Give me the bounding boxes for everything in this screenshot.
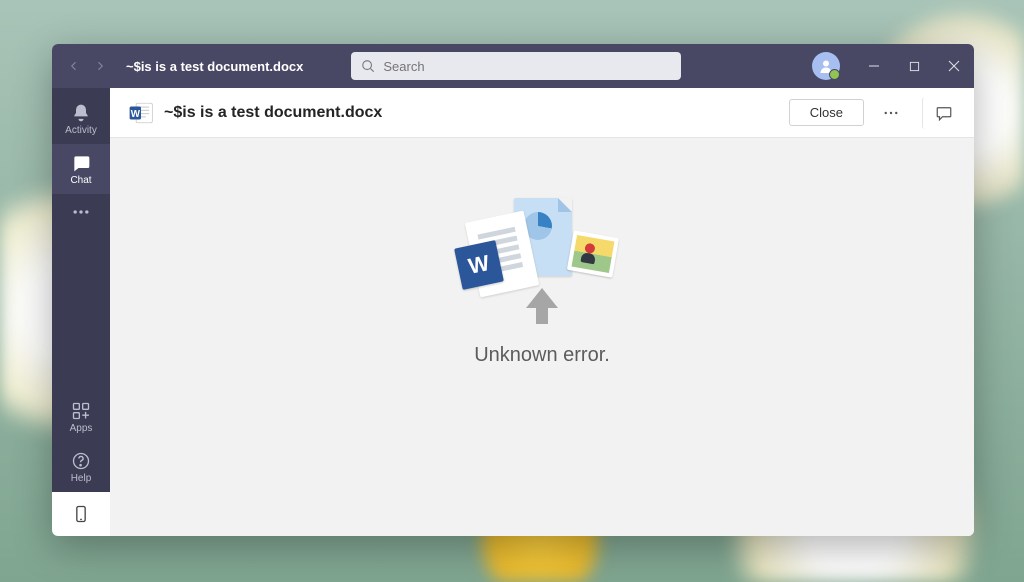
word-icon: W — [128, 100, 154, 126]
more-icon — [71, 202, 91, 222]
profile-avatar[interactable] — [812, 52, 840, 80]
sidebar-item-label: Help — [71, 473, 92, 484]
window-close-button[interactable] — [934, 44, 974, 88]
conversation-panel-button[interactable] — [922, 97, 956, 129]
error-area: W Unknown error. — [110, 138, 974, 536]
nav-forward-button[interactable] — [88, 54, 112, 78]
chat-icon — [71, 153, 91, 173]
search-input[interactable] — [383, 59, 671, 74]
apps-icon — [71, 401, 91, 421]
window-minimize-button[interactable] — [854, 44, 894, 88]
document-close-button[interactable]: Close — [789, 99, 864, 126]
sidebar-item-help[interactable]: Help — [52, 442, 110, 492]
sidebar-item-apps[interactable]: Apps — [52, 392, 110, 442]
nav-back-button[interactable] — [62, 54, 86, 78]
window-maximize-button[interactable] — [894, 44, 934, 88]
document-title: ~$is is a test document.docx — [164, 104, 382, 122]
mobile-icon — [71, 504, 91, 524]
error-message: Unknown error. — [474, 344, 610, 367]
search-icon — [361, 59, 375, 73]
app-sidebar: Activity Chat Apps Help — [52, 88, 110, 536]
sidebar-item-mobile[interactable] — [52, 492, 110, 536]
document-viewer: W ~$is is a test document.docx Close W — [110, 88, 974, 536]
svg-text:W: W — [131, 109, 141, 120]
more-icon — [882, 104, 900, 122]
search-box[interactable] — [351, 52, 681, 80]
document-header: W ~$is is a test document.docx Close — [110, 88, 974, 138]
sidebar-item-activity[interactable]: Activity — [52, 94, 110, 144]
sidebar-item-chat[interactable]: Chat — [52, 144, 110, 194]
teams-window: ~$is is a test document.docx Activity — [52, 44, 974, 536]
error-illustration: W — [462, 198, 622, 328]
window-title: ~$is is a test document.docx — [126, 59, 303, 74]
titlebar: ~$is is a test document.docx — [52, 44, 974, 88]
bell-icon — [71, 103, 91, 123]
sidebar-item-more[interactable] — [52, 194, 110, 230]
help-icon — [71, 451, 91, 471]
chat-panel-icon — [935, 104, 953, 122]
sidebar-item-label: Chat — [70, 175, 91, 186]
document-more-button[interactable] — [874, 97, 908, 129]
sidebar-item-label: Apps — [70, 423, 93, 434]
sidebar-item-label: Activity — [65, 125, 97, 136]
